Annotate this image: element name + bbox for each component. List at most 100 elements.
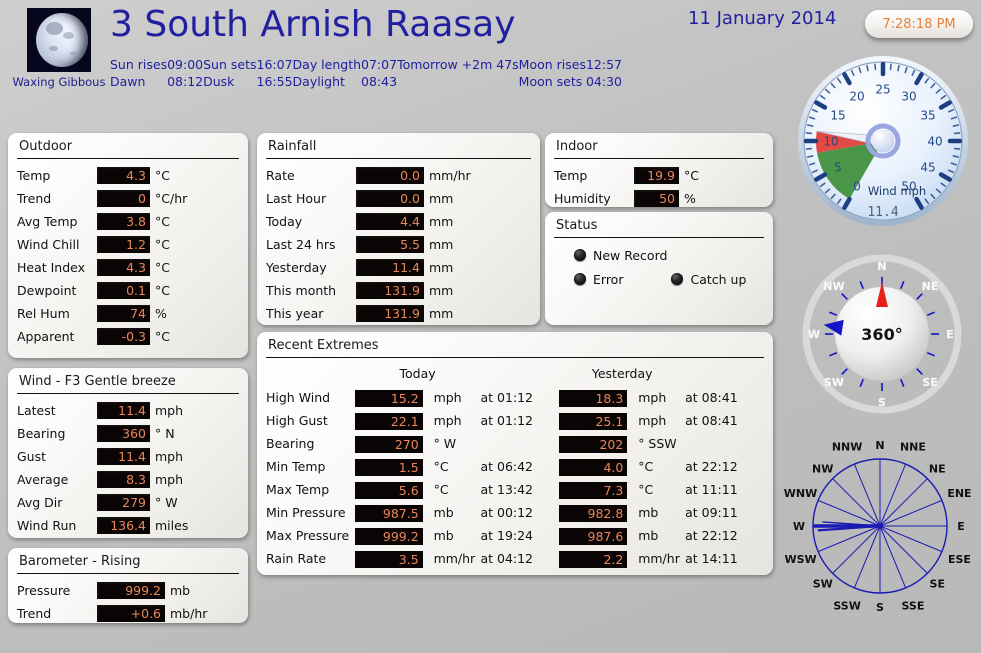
- gauge-tick-label: 25: [875, 83, 890, 97]
- measurement-value: +0.6: [97, 605, 165, 622]
- measurement-label: Wind Run: [17, 518, 77, 533]
- wind-rose-petal: [813, 521, 881, 532]
- compass-point-label: SE: [922, 376, 937, 389]
- wind-rose-point-label: ENE: [947, 487, 971, 500]
- gauge-tick-label: 20: [849, 89, 864, 103]
- wind-direction-compass[interactable]: N NE E SE S SW W NW 360°: [795, 252, 970, 417]
- extremes-row-label: Max Pressure: [266, 528, 350, 543]
- extremes-today-unit: mph: [433, 413, 462, 428]
- extremes-today-value: 15.2: [354, 390, 423, 407]
- status-led-group: New Record Error Catch up: [554, 243, 764, 291]
- measurement-label: Heat Index: [17, 260, 86, 275]
- extremes-spacer-a: [480, 363, 559, 386]
- measurement-row: Bearing 360 ° N: [17, 422, 239, 445]
- led-indicator-icon: [574, 249, 586, 261]
- measurement-row: Pressure 999.2 mb: [17, 579, 239, 602]
- measurement-label: Trend: [17, 606, 52, 621]
- extremes-row-label: High Wind: [266, 390, 331, 405]
- wind-speed-gauge-svg: 05101520 25 3035404550 Wind mph 11.4: [798, 56, 968, 226]
- measurement-value: 136.4: [97, 517, 150, 534]
- gauge-tick-label: 45: [920, 161, 935, 175]
- measurement-value: 131.9: [356, 282, 424, 299]
- wind-rose-point-label: E: [957, 520, 965, 533]
- extremes-today-time: at 13:42: [480, 482, 534, 497]
- gauge-minor-tick: [806, 124, 814, 127]
- measurement-value: 0.0: [356, 190, 424, 207]
- compass-tick: [900, 281, 905, 290]
- extremes-today-time: at 19:24: [480, 528, 534, 543]
- gauge-minor-tick: [952, 124, 960, 127]
- moon-sets-value: 04:30: [585, 74, 623, 89]
- extremes-today-value-cell: 15.2: [354, 386, 434, 409]
- clock-display[interactable]: 7:28:18 PM: [865, 10, 973, 38]
- measurement-label: Last 24 hrs: [266, 237, 336, 252]
- extremes-today-value: 22.1: [354, 413, 423, 430]
- measurement-value: 8.3: [97, 471, 150, 488]
- compass-tick: [829, 352, 838, 357]
- measurement-row: Apparent -0.3 °C: [17, 325, 239, 348]
- wind-rose-spoke: [879, 525, 928, 574]
- measurement-row: Dewpoint 0.1 °C: [17, 279, 239, 302]
- extremes-row-label: High Gust: [266, 413, 328, 428]
- astronomy-row: Dawn 08:12 Dusk 16:55 Daylight 08:43 Moo…: [110, 74, 622, 91]
- wind-rose[interactable]: N NNE NE ENE E ESE SE SSE S SSW SW WSW W WNW NW NNW: [783, 428, 978, 624]
- measurement-unit: mm: [429, 237, 454, 252]
- measurement-label: Apparent: [17, 329, 75, 344]
- header-date: 11 January 2014: [688, 8, 837, 29]
- wind-speed-gauge[interactable]: 0 5 10 15 20 25 30 35 40 45 50 Wind mph 11.4: [793, 53, 973, 228]
- compass-tick: [841, 293, 848, 300]
- outdoor-panel-title: Outdoor: [17, 137, 239, 159]
- extremes-yesterday-value: 7.3: [559, 482, 628, 499]
- measurement-unit: mph: [155, 449, 184, 464]
- extremes-today-unit: ° W: [433, 436, 457, 451]
- extremes-today-unit: °C: [433, 482, 449, 497]
- measurement-label: Rel Hum: [17, 306, 70, 321]
- gauge-minor-tick: [889, 63, 892, 71]
- daylight-label: Daylight: [292, 74, 345, 89]
- measurement-value: 11.4: [97, 448, 150, 465]
- sun-sets-value: 16:07: [256, 57, 293, 72]
- status-led-error: Error: [574, 272, 623, 287]
- measurement-value: 11.4: [356, 259, 424, 276]
- measurement-value: 0: [97, 190, 150, 207]
- extremes-yesterday-value-cell: 18.3: [559, 386, 638, 409]
- compass-tick: [859, 281, 864, 290]
- gauge-tick-label: 40: [927, 135, 942, 149]
- wind-rose-point-label: NE: [929, 463, 946, 476]
- extremes-today-time: at 01:12: [480, 413, 534, 428]
- measurement-value: 19.9: [634, 167, 679, 184]
- extremes-yesterday-time: at 08:41: [685, 390, 738, 405]
- extremes-today-value-cell: 5.6: [354, 478, 434, 501]
- gauge-minor-tick: [952, 155, 960, 158]
- measurement-row: Trend 0 °C/hr: [17, 187, 239, 210]
- outdoor-rows: Temp 4.3 °C Trend 0 °C/hr Avg Temp 3.8 °C Wind Ch…: [17, 164, 239, 348]
- status-led-row: Error Catch up: [554, 267, 764, 291]
- measurement-label: Last Hour: [266, 191, 327, 206]
- wind-panel-title: Wind - F3 Gentle breeze: [17, 372, 239, 394]
- measurement-row: Rate 0.0 mm/hr: [266, 164, 531, 187]
- measurement-row: Last Hour 0.0 mm: [266, 187, 531, 210]
- extremes-today-time: at 00:12: [480, 505, 534, 520]
- status-led-catch-up: Catch up: [671, 272, 746, 287]
- barometer-panel-title: Barometer - Rising: [17, 552, 239, 574]
- extremes-today-value: 1.5: [354, 459, 423, 476]
- measurement-row: Trend +0.6 mb/hr: [17, 602, 239, 625]
- extremes-today-unit: mm/hr: [433, 551, 476, 566]
- measurement-value: 74: [97, 305, 150, 322]
- extremes-today-unit: mph: [433, 390, 462, 405]
- day-length-value: 07:07: [361, 57, 398, 72]
- extremes-today-value: 999.2: [354, 528, 423, 545]
- extremes-today-unit: mb: [433, 528, 454, 543]
- measurement-row: This year 131.9 mm: [266, 302, 531, 325]
- extremes-yesterday-time: at 11:11: [685, 482, 738, 497]
- extremes-yesterday-value: 202: [559, 436, 628, 453]
- moon-phase-label: Waxing Gibbous: [12, 75, 106, 89]
- gauge-tick-label: 10: [823, 135, 838, 149]
- extremes-yesterday-unit: mb: [638, 528, 659, 543]
- measurement-row: Rel Hum 74%: [17, 302, 239, 325]
- compass-point-label: E: [946, 328, 954, 341]
- measurement-label: Trend: [17, 191, 52, 206]
- measurement-label: Humidity: [554, 191, 611, 206]
- extremes-yesterday-unit: ° SSW: [638, 436, 677, 451]
- gauge-hub-inner: [871, 129, 895, 153]
